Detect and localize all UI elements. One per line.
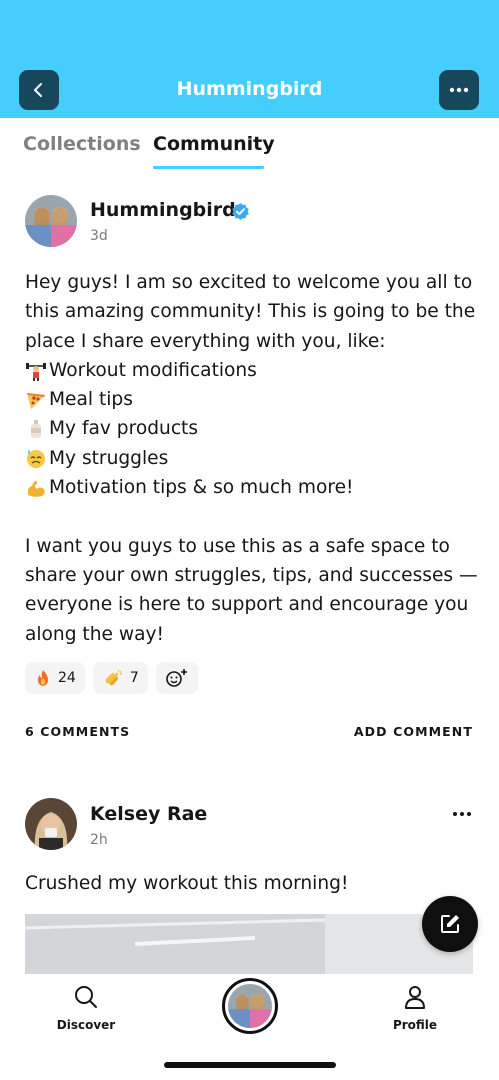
post-line-blank	[25, 502, 485, 531]
post-photo[interactable]	[25, 914, 473, 974]
comment-more-button[interactable]	[452, 802, 472, 821]
app-header: Hummingbird	[0, 0, 499, 118]
fire-emoji	[38, 670, 48, 686]
flexed-biceps-emoji	[27, 480, 45, 497]
tab-community[interactable]: Community	[153, 133, 275, 155]
more-horizontal-icon	[453, 812, 471, 816]
post-author-name[interactable]: Hummingbird	[90, 199, 236, 221]
post-line: Meal tips	[25, 385, 485, 414]
tab-bar: Collections Community	[0, 118, 499, 170]
clapping-hands-emoji	[105, 669, 122, 686]
sweat-face-emoji	[27, 449, 45, 469]
post-line: My struggles	[25, 444, 485, 473]
nav-home-avatar[interactable]	[222, 978, 278, 1034]
post-line: Hey guys! I am so excited to welcome you…	[25, 272, 473, 293]
weightlifter-emoji	[26, 362, 46, 381]
tab-collections[interactable]: Collections	[23, 133, 141, 155]
commenter-avatar[interactable]	[25, 798, 77, 850]
add-comment-button[interactable]: ADD COMMENT	[354, 724, 473, 739]
nav-profile[interactable]: Profile	[375, 984, 455, 1032]
profile-icon	[405, 986, 425, 1009]
home-indicator	[164, 1062, 336, 1068]
more-horizontal-icon	[449, 87, 469, 93]
reaction-bar: 24 7	[25, 662, 198, 694]
comments-count-link[interactable]: 6 COMMENTS	[25, 724, 130, 739]
reaction-clap-button[interactable]: 7	[92, 662, 148, 694]
reaction-fire-button[interactable]: 24	[25, 662, 85, 694]
nav-discover-label: Discover	[56, 1018, 116, 1032]
post-timestamp: 3d	[90, 228, 108, 244]
comment-post-text: Crushed my workout this morning!	[25, 873, 349, 894]
pizza-emoji	[27, 392, 45, 409]
commenter-name[interactable]: Kelsey Rae	[90, 803, 207, 825]
nav-discover[interactable]: Discover	[46, 984, 126, 1032]
post-line: My fav products	[25, 414, 485, 443]
nav-profile-label: Profile	[392, 1018, 438, 1032]
bottle-emoji	[31, 420, 41, 439]
post-line: place I share everything with you, like:	[25, 330, 386, 352]
post-line: I want you guys to use this as a safe sp…	[25, 535, 450, 557]
post-line: everyone is here to support and encourag…	[25, 594, 469, 616]
more-options-button[interactable]	[439, 70, 479, 110]
compose-icon	[441, 915, 459, 933]
post-body: Hey guys! I am so excited to welcome you…	[25, 268, 485, 649]
post-line: Motivation tips & so much more!	[25, 473, 485, 502]
post-line: share your own struggles, tips, and succ…	[25, 564, 478, 586]
page-title: Hummingbird	[176, 78, 323, 100]
active-tab-indicator	[153, 166, 264, 169]
post-line: this amazing community! This is going to…	[25, 301, 476, 323]
post-line: Workout modifications	[25, 356, 485, 385]
search-icon	[75, 986, 97, 1008]
add-reaction-button[interactable]	[155, 662, 198, 694]
verified-badge-icon	[232, 202, 249, 221]
comment-timestamp: 2h	[90, 832, 108, 848]
add-reaction-icon	[165, 669, 187, 687]
author-avatar[interactable]	[25, 195, 77, 247]
compose-post-button[interactable]	[422, 896, 478, 952]
post-line: along the way!	[25, 623, 164, 645]
